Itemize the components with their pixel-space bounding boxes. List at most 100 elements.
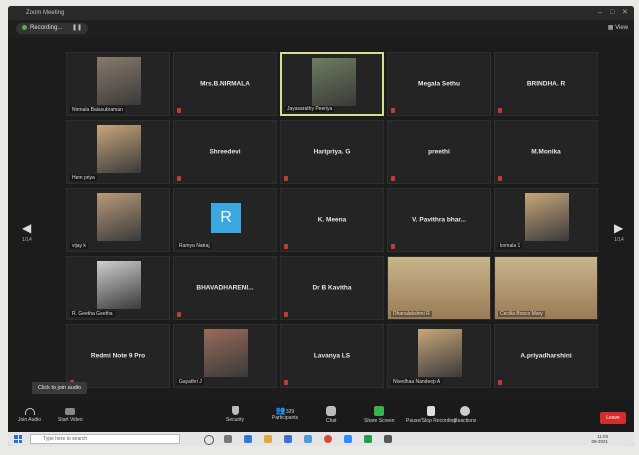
participant-tile[interactable]: komala 1 [494, 188, 598, 252]
pause-icon[interactable]: ❚❚ [72, 25, 82, 31]
participant-tile[interactable]: BRINDHA. R [494, 52, 598, 116]
participant-tile[interactable]: R. Geetha Geetha [66, 256, 170, 320]
participant-tile[interactable]: Jayasarathy Peeriya [280, 52, 384, 116]
view-label: View [615, 25, 628, 31]
participant-label: Jayasarathy Peeriya [285, 106, 335, 112]
muted-mic-icon [284, 244, 288, 249]
muted-mic-icon [284, 380, 288, 385]
participant-tile[interactable]: K. Meena [280, 188, 384, 252]
task-view-icon[interactable] [224, 435, 232, 443]
muted-mic-icon [498, 108, 502, 113]
edge-icon[interactable] [244, 435, 252, 443]
participant-tile[interactable]: Cecilia Bosco Mary [494, 256, 598, 320]
taskbar-search-input[interactable]: Type here to search [30, 434, 180, 444]
mail-icon[interactable] [304, 435, 312, 443]
muted-mic-icon [391, 176, 395, 181]
close-button[interactable]: ✕ [622, 6, 628, 20]
window-title: Zoom Meeting [26, 10, 65, 16]
participant-tile[interactable]: Nivedhaa Nandeep A [387, 324, 491, 388]
cortana-icon[interactable] [204, 435, 214, 445]
muted-mic-icon [284, 176, 288, 181]
maximize-button[interactable]: □ [610, 6, 614, 20]
participant-tile[interactable]: Redmi Note 9 Pro [66, 324, 170, 388]
participant-tile[interactable]: BHAVADHARENI... [173, 256, 277, 320]
participant-label: Hem priya [70, 175, 97, 181]
participant-tile[interactable]: Lavanya LS [280, 324, 384, 388]
participant-tile[interactable]: vijay k [66, 188, 170, 252]
participant-tile[interactable]: M.Monika [494, 120, 598, 184]
participant-label: Ramya Natraj [177, 243, 212, 249]
participant-tile[interactable]: R Ramya Natraj [173, 188, 277, 252]
participant-tile[interactable]: Hem priya [66, 120, 170, 184]
chat-button[interactable]: Chat [326, 406, 337, 424]
participant-tile[interactable]: Haripriya. G [280, 120, 384, 184]
participant-name: Megala Sethu [418, 80, 460, 88]
muted-mic-icon [177, 312, 181, 317]
windows-start-icon[interactable] [14, 435, 22, 443]
headphones-icon [24, 408, 35, 415]
participant-tile[interactable]: Mrs.B.NIRMALA [173, 52, 277, 116]
app-icon[interactable] [384, 435, 392, 443]
participant-video [495, 257, 597, 319]
taskbar-clock[interactable]: 11:03 08-2021 [591, 434, 608, 444]
participant-label: Cecilia Bosco Mary [498, 311, 545, 317]
store-icon[interactable] [284, 435, 292, 443]
leave-button[interactable]: Leave [600, 412, 626, 424]
join-audio-tooltip: Click to join audio [32, 382, 88, 394]
status-bar: Recording... ❚❚ ▦ View [8, 20, 634, 38]
participant-name: A.priyadharshini [520, 352, 572, 360]
participant-tile[interactable]: Dr B Kavitha [280, 256, 384, 320]
video-camera-icon [65, 408, 76, 415]
participants-button[interactable]: 👥329 Participants [272, 406, 298, 421]
pause-recording-label: Pause/Stop Recording [406, 418, 457, 424]
participant-tile[interactable]: A.priyadharshini [494, 324, 598, 388]
prev-page-arrow-icon[interactable]: ◀ [22, 221, 31, 235]
next-page-arrow-icon[interactable]: ▶ [614, 221, 623, 235]
start-video-button[interactable]: Start Video [58, 406, 83, 423]
participant-grid: Nirmala Balasubraman Mrs.B.NIRMALA Jayasar… [66, 52, 598, 392]
participant-video [418, 329, 462, 377]
participant-label: Nivedhaa Nandeep A [391, 379, 443, 385]
recording-indicator[interactable]: Recording... ❚❚ [16, 23, 89, 34]
participants-label: Participants [272, 415, 299, 421]
shield-icon [231, 406, 239, 415]
participant-name: BHAVADHARENI... [196, 284, 254, 292]
muted-mic-icon [284, 312, 288, 317]
file-explorer-icon[interactable] [264, 435, 272, 443]
participant-label: Nirmala Balasubraman [70, 107, 125, 113]
participant-name: V. Pavithra bhar... [412, 216, 466, 224]
participant-tile[interactable]: V. Pavithra bhar... [387, 188, 491, 252]
page-indicator-left: 1/14 [22, 237, 32, 243]
chrome-icon[interactable] [324, 435, 332, 443]
recording-dot-icon [22, 24, 27, 30]
participant-name: M.Monika [531, 148, 561, 156]
view-button[interactable]: ▦ View [608, 24, 628, 31]
security-button[interactable]: Security [226, 406, 244, 423]
participant-video [97, 193, 141, 241]
participant-tile[interactable]: Nirmala Balasubraman [66, 52, 170, 116]
minimize-button[interactable]: – [598, 6, 602, 20]
recording-label: Recording... [30, 25, 63, 31]
participant-name: K. Meena [317, 216, 347, 224]
participant-tile[interactable]: Shreedevi [173, 120, 277, 184]
participant-name: Lavanya LS [313, 352, 351, 360]
participant-video [525, 193, 569, 241]
reactions-button[interactable]: Reactions [454, 406, 476, 424]
participant-tile[interactable]: preethi [387, 120, 491, 184]
participant-tile[interactable]: Dhanalakshmi R [387, 256, 491, 320]
participant-tile[interactable]: Gayathri J [173, 324, 277, 388]
participant-name: preethi [428, 148, 450, 156]
participant-label: komala 1 [498, 243, 523, 249]
zoom-app-icon[interactable] [344, 435, 352, 443]
emoji-icon [460, 406, 471, 416]
chat-icon [326, 406, 337, 416]
whatsapp-icon[interactable] [364, 435, 372, 443]
participant-video [388, 257, 490, 319]
start-video-label: Start Video [58, 417, 83, 423]
participant-tile[interactable]: Megala Sethu [387, 52, 491, 116]
join-audio-button[interactable]: Join Audio [18, 406, 41, 423]
share-screen-button[interactable]: Share Screen [364, 406, 395, 424]
participant-video [97, 57, 141, 105]
participant-name: Shreedevi [209, 148, 241, 156]
pause-recording-button[interactable]: Pause/Stop Recording [406, 406, 456, 424]
